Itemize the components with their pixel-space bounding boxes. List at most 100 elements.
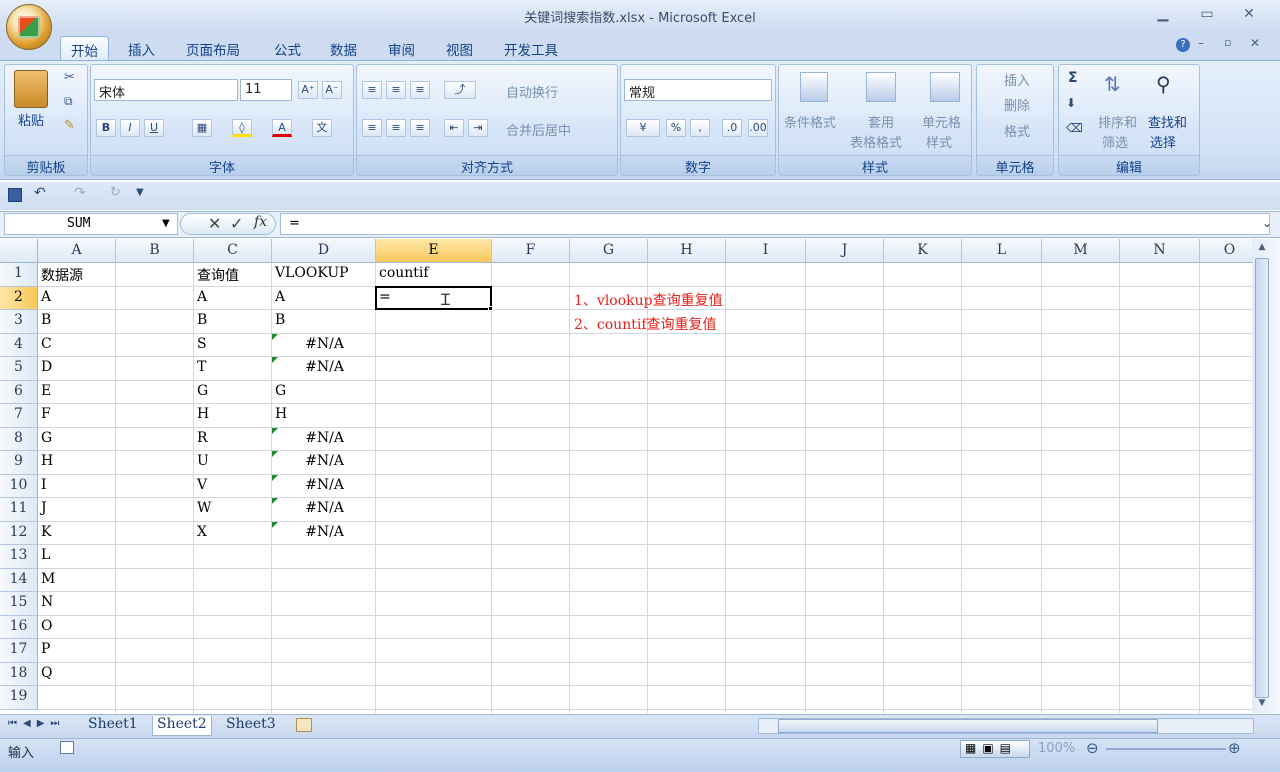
scroll-down-icon[interactable]: ▼ xyxy=(1255,698,1269,712)
cell-D2[interactable]: A xyxy=(272,287,376,311)
enter-formula-icon[interactable]: ✓ xyxy=(230,214,243,233)
align-center-icon[interactable]: ≡ xyxy=(386,119,406,137)
row-header-13[interactable]: 13 xyxy=(0,545,38,569)
orientation-icon[interactable]: ⤴ xyxy=(444,81,476,99)
font-size-combo[interactable]: 11 xyxy=(240,79,292,101)
column-header-I[interactable]: I xyxy=(726,239,806,263)
column-header-J[interactable]: J xyxy=(806,239,884,263)
column-header-O[interactable]: O xyxy=(1200,239,1252,263)
fill-handle[interactable] xyxy=(488,306,493,311)
tab-review[interactable]: 审阅 xyxy=(378,36,425,60)
cell-C6[interactable]: G xyxy=(194,381,272,405)
fill-color-icon[interactable]: ◊ xyxy=(232,119,252,137)
cell-D6[interactable]: G xyxy=(272,381,376,405)
row-header-10[interactable]: 10 xyxy=(0,474,38,498)
zoom-level[interactable]: 100% xyxy=(1038,741,1075,756)
cell-D4[interactable]: #N/A xyxy=(272,334,376,358)
find-select-button[interactable]: 选择 xyxy=(1150,132,1176,151)
cell-C4[interactable]: S xyxy=(194,334,272,358)
row-header-8[interactable]: 8 xyxy=(0,427,38,451)
row-header-3[interactable]: 3 xyxy=(0,310,38,334)
row-header-5[interactable]: 5 xyxy=(0,357,38,381)
error-indicator-icon[interactable] xyxy=(272,521,278,528)
cut-icon[interactable]: ✂ xyxy=(64,70,75,85)
cell-D12[interactable]: #N/A xyxy=(272,522,376,546)
expand-formula-icon[interactable]: ⌄ xyxy=(1262,216,1272,230)
row-header-1[interactable]: 1 xyxy=(0,263,38,287)
cell-C8[interactable]: R xyxy=(194,428,272,452)
find-select-icon[interactable]: ⚲ xyxy=(1156,72,1171,96)
zoom-slider[interactable] xyxy=(1106,748,1226,750)
name-box[interactable]: SUM xyxy=(4,213,178,235)
error-indicator-icon[interactable] xyxy=(272,427,278,434)
column-header-A[interactable]: A xyxy=(38,239,116,263)
sort-filter-icon[interactable]: ⇅ xyxy=(1104,72,1121,96)
cell-A16[interactable]: O xyxy=(38,616,116,640)
column-header-F[interactable]: F xyxy=(492,239,570,263)
comma-icon[interactable]: , xyxy=(690,119,710,137)
insert-sheet-icon[interactable] xyxy=(296,718,312,732)
cell-C1[interactable]: 查询值 xyxy=(194,263,272,287)
undo-icon[interactable]: ↶ xyxy=(34,185,46,201)
cell-C7[interactable]: H xyxy=(194,404,272,428)
clear-icon[interactable]: ⌫ xyxy=(1066,121,1083,135)
repeat-icon[interactable]: ↻ xyxy=(110,185,121,200)
cell-D9[interactable]: #N/A xyxy=(272,451,376,475)
active-cell-border[interactable] xyxy=(375,285,492,310)
font-color-icon[interactable]: A xyxy=(272,119,292,137)
border-icon[interactable]: ▦ xyxy=(192,119,212,137)
minimize-icon[interactable]: ▁ xyxy=(1150,6,1176,26)
cell-A15[interactable]: N xyxy=(38,592,116,616)
macro-record-icon[interactable] xyxy=(60,741,74,754)
cell-A8[interactable]: G xyxy=(38,428,116,452)
font-name-combo[interactable]: 宋体 xyxy=(94,79,238,101)
cell-A12[interactable]: K xyxy=(38,522,116,546)
cell-D11[interactable]: #N/A xyxy=(272,498,376,522)
cell-A1[interactable]: 数据源 xyxy=(38,263,116,287)
row-header-14[interactable]: 14 xyxy=(0,568,38,592)
cell-A10[interactable]: I xyxy=(38,475,116,499)
fill-icon[interactable]: ⬇ xyxy=(1066,96,1076,110)
cell-A13[interactable]: L xyxy=(38,545,116,569)
cell-A14[interactable]: M xyxy=(38,569,116,593)
increase-decimal-icon[interactable]: .0 xyxy=(722,119,742,137)
row-header-4[interactable]: 4 xyxy=(0,333,38,357)
error-indicator-icon[interactable] xyxy=(272,451,278,457)
column-header-D[interactable]: D xyxy=(272,239,376,263)
cell-A18[interactable]: Q xyxy=(38,663,116,687)
cell-A7[interactable]: F xyxy=(38,404,116,428)
sheet-tab-sheet3[interactable]: Sheet3 xyxy=(222,716,280,736)
select-all-corner[interactable] xyxy=(0,239,38,263)
cell-E1[interactable]: countif xyxy=(376,263,492,287)
cell-A5[interactable]: D xyxy=(38,357,116,381)
row-header-16[interactable]: 16 xyxy=(0,615,38,639)
format-as-table-button[interactable]: 表格格式 xyxy=(850,132,902,151)
tab-data[interactable]: 数据 xyxy=(320,36,367,60)
cell-styles-button[interactable]: 样式 xyxy=(926,132,952,151)
paste-icon[interactable] xyxy=(14,70,48,108)
percent-icon[interactable]: % xyxy=(666,119,686,137)
error-indicator-icon[interactable] xyxy=(272,498,278,504)
align-right-icon[interactable]: ≡ xyxy=(410,119,430,137)
shrink-font-icon[interactable]: A⁻ xyxy=(322,81,342,99)
autosum-icon[interactable]: Σ xyxy=(1068,70,1078,86)
align-bottom-icon[interactable]: ≡ xyxy=(410,81,430,99)
tab-view[interactable]: 视图 xyxy=(436,36,483,60)
insert-function-icon[interactable]: fx xyxy=(254,214,267,230)
format-cells-button[interactable]: 格式 xyxy=(1004,121,1030,140)
cell-A6[interactable]: E xyxy=(38,381,116,405)
column-header-B[interactable]: B xyxy=(116,239,194,263)
conditional-format-icon[interactable] xyxy=(800,72,828,102)
tab-page-layout[interactable]: 页面布局 xyxy=(176,36,250,60)
row-header-2[interactable]: 2 xyxy=(0,286,38,310)
cell-D8[interactable]: #N/A xyxy=(272,428,376,452)
cell-C12[interactable]: X xyxy=(194,522,272,546)
cell-styles-icon[interactable] xyxy=(930,72,960,102)
delete-cells-button[interactable]: 删除 xyxy=(1004,95,1030,114)
scroll-up-icon[interactable]: ▲ xyxy=(1255,242,1269,256)
formula-input[interactable]: = xyxy=(280,213,1270,235)
workbook-close-icon[interactable]: ✕ xyxy=(1250,36,1260,50)
cell-C3[interactable]: B xyxy=(194,310,272,334)
name-box-dropdown-icon[interactable]: ▼ xyxy=(162,218,170,229)
conditional-format-button[interactable]: 条件格式 xyxy=(784,112,836,131)
